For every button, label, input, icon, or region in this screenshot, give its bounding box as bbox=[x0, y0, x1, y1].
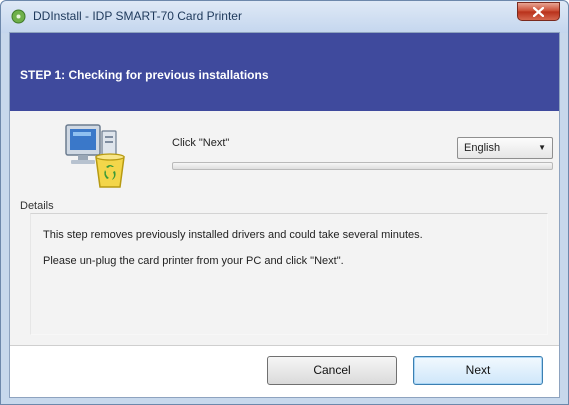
details-line: This step removes previously installed d… bbox=[43, 229, 423, 241]
step-title: STEP 1: Checking for previous installati… bbox=[20, 68, 269, 82]
installer-disc-icon bbox=[11, 9, 26, 24]
next-button[interactable]: Next bbox=[413, 356, 543, 385]
language-select[interactable]: English ▼ bbox=[457, 137, 553, 159]
instruction-text: Click "Next" bbox=[172, 137, 230, 149]
close-icon bbox=[533, 7, 544, 17]
chevron-down-icon: ▼ bbox=[538, 143, 546, 152]
details-box: This step removes previously installed d… bbox=[30, 213, 548, 335]
computer-recycle-icon bbox=[62, 121, 138, 191]
footer-separator bbox=[10, 345, 559, 346]
close-button[interactable] bbox=[517, 2, 560, 21]
step-header: STEP 1: Checking for previous installati… bbox=[10, 33, 559, 111]
progress-bar bbox=[172, 162, 553, 170]
details-label: Details bbox=[20, 200, 54, 212]
main-area: Click "Next" English ▼ Details This step… bbox=[10, 111, 559, 345]
language-value: English bbox=[464, 142, 501, 154]
title-bar[interactable]: DDInstall - IDP SMART-70 Card Printer bbox=[1, 1, 568, 33]
window-title: DDInstall - IDP SMART-70 Card Printer bbox=[33, 9, 242, 23]
cancel-button[interactable]: Cancel bbox=[267, 356, 397, 385]
installer-window: DDInstall - IDP SMART-70 Card Printer ST… bbox=[0, 0, 569, 405]
dialog-client-area: STEP 1: Checking for previous installati… bbox=[9, 32, 560, 398]
details-line: Please un-plug the card printer from you… bbox=[43, 255, 344, 267]
